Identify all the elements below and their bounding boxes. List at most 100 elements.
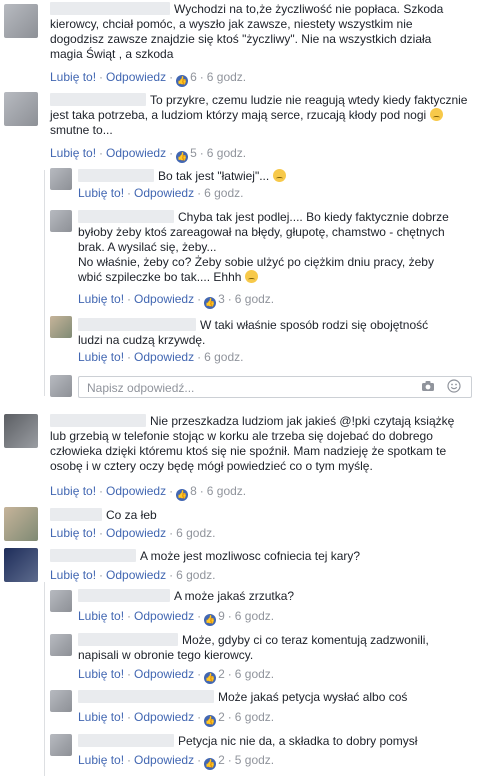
- comment-actions: Lubię to! · Odpowiedz · 👍 9 · 6 godz.: [78, 609, 275, 626]
- author-name[interactable]: [78, 690, 214, 703]
- author-name[interactable]: [78, 734, 174, 747]
- timestamp[interactable]: 6 godz.: [176, 526, 215, 540]
- author-name[interactable]: [50, 508, 102, 521]
- reply-input[interactable]: [85, 379, 389, 397]
- avatar[interactable]: [50, 590, 72, 612]
- reply-link[interactable]: Odpowiedz: [134, 609, 194, 623]
- reply-thread-line: [44, 170, 45, 396]
- comment-actions: Lubię to! · Odpowiedz · 👍 2 · 6 godz.: [78, 667, 275, 684]
- reply-body: Może, gdyby ci co teraz komentują zadzwo…: [78, 633, 429, 662]
- like-link[interactable]: Lubię to!: [50, 484, 96, 498]
- like-count[interactable]: 2: [218, 667, 225, 681]
- avatar[interactable]: [4, 4, 38, 38]
- reply-body: Bo tak jest "łatwiej"...: [78, 169, 478, 184]
- author-name[interactable]: [50, 414, 146, 427]
- timestamp[interactable]: 6 godz.: [207, 146, 246, 160]
- like-link[interactable]: Lubię to!: [78, 710, 124, 724]
- reply-body: Petycja nic nie da, a składka to dobry p…: [78, 734, 478, 749]
- reply-link[interactable]: Odpowiedz: [134, 292, 194, 306]
- author-name[interactable]: [78, 633, 178, 646]
- avatar[interactable]: [50, 690, 72, 712]
- thumbs-up-icon[interactable]: 👍: [204, 715, 217, 727]
- like-count[interactable]: 3: [218, 292, 225, 306]
- camera-icon[interactable]: [421, 380, 435, 392]
- avatar[interactable]: [50, 634, 72, 656]
- timestamp[interactable]: 6 godz.: [235, 292, 274, 306]
- reply-body: Może jakaś petycja wysłać albo coś: [78, 690, 478, 705]
- reply-link[interactable]: Odpowiedz: [134, 753, 194, 767]
- comment-actions: Lubię to! · Odpowiedz · 6 godz.: [50, 526, 216, 540]
- like-link[interactable]: Lubię to!: [78, 667, 124, 681]
- avatar[interactable]: [50, 210, 72, 232]
- like-count[interactable]: 5: [190, 146, 197, 160]
- reply-body: W taki właśnie sposób rodzi się obojętno…: [78, 318, 429, 347]
- reply-link[interactable]: Odpowiedz: [106, 526, 166, 540]
- like-count[interactable]: 2: [218, 753, 225, 767]
- like-count[interactable]: 8: [190, 484, 197, 498]
- avatar[interactable]: [4, 548, 38, 582]
- avatar[interactable]: [50, 316, 72, 338]
- reply-link[interactable]: Odpowiedz: [134, 710, 194, 724]
- like-count[interactable]: 9: [218, 609, 225, 623]
- comment-actions: Lubię to! · Odpowiedz · 👍 8 · 6 godz.: [50, 484, 247, 501]
- sad-emoji-icon: [429, 108, 443, 121]
- like-link[interactable]: Lubię to!: [78, 609, 124, 623]
- timestamp[interactable]: 6 godz.: [204, 186, 243, 200]
- timestamp[interactable]: 6 godz.: [176, 568, 215, 582]
- comment-actions: Lubię to! · Odpowiedz · 6 godz.: [78, 350, 244, 364]
- timestamp[interactable]: 6 godz.: [207, 70, 246, 84]
- smiley-icon[interactable]: [447, 379, 461, 393]
- sad-emoji-icon: [244, 270, 258, 283]
- thumbs-up-icon[interactable]: 👍: [176, 489, 189, 501]
- comment-actions: Lubię to! · Odpowiedz · 6 godz.: [50, 568, 216, 582]
- avatar[interactable]: [4, 507, 38, 541]
- like-link[interactable]: Lubię to!: [78, 753, 124, 767]
- author-name[interactable]: [50, 2, 170, 15]
- like-link[interactable]: Lubię to!: [50, 146, 96, 160]
- comment-actions: Lubię to! · Odpowiedz · 👍 6 · 6 godz.: [50, 70, 247, 87]
- reply-body: Chyba tak jest podlej.... Bo kiedy fakty…: [78, 210, 449, 284]
- like-link[interactable]: Lubię to!: [78, 186, 124, 200]
- author-name[interactable]: [78, 589, 170, 602]
- like-link[interactable]: Lubię to!: [78, 350, 124, 364]
- avatar[interactable]: [4, 414, 38, 448]
- reply-link[interactable]: Odpowiedz: [106, 568, 166, 582]
- like-link[interactable]: Lubię to!: [50, 70, 96, 84]
- thumbs-up-icon[interactable]: 👍: [176, 75, 189, 87]
- thumbs-up-icon[interactable]: 👍: [204, 672, 217, 684]
- thumbs-up-icon[interactable]: 👍: [176, 151, 189, 163]
- reply-link[interactable]: Odpowiedz: [134, 667, 194, 681]
- author-name[interactable]: [50, 93, 146, 106]
- timestamp[interactable]: 6 godz.: [235, 609, 274, 623]
- author-name[interactable]: [50, 549, 136, 562]
- sad-emoji-icon: [272, 169, 286, 182]
- avatar[interactable]: [50, 168, 72, 190]
- comment-body: A może jest mozliwosc cofniecia tej kary…: [50, 549, 480, 564]
- like-link[interactable]: Lubię to!: [50, 568, 96, 582]
- thumbs-up-icon[interactable]: 👍: [204, 297, 217, 309]
- timestamp[interactable]: 6 godz.: [207, 484, 246, 498]
- reply-link[interactable]: Odpowiedz: [134, 350, 194, 364]
- timestamp[interactable]: 5 godz.: [235, 753, 274, 767]
- reply-link[interactable]: Odpowiedz: [106, 146, 166, 160]
- timestamp[interactable]: 6 godz.: [235, 667, 274, 681]
- author-name[interactable]: [78, 169, 154, 182]
- reply-link[interactable]: Odpowiedz: [106, 484, 166, 498]
- thumbs-up-icon[interactable]: 👍: [204, 614, 217, 626]
- timestamp[interactable]: 6 godz.: [235, 710, 274, 724]
- like-count[interactable]: 6: [190, 70, 197, 84]
- like-link[interactable]: Lubię to!: [50, 526, 96, 540]
- avatar[interactable]: [4, 92, 38, 126]
- reply-link[interactable]: Odpowiedz: [134, 186, 194, 200]
- comment-actions: Lubię to! · Odpowiedz · 👍 2 · 5 godz.: [78, 753, 275, 770]
- avatar[interactable]: [50, 734, 72, 756]
- like-link[interactable]: Lubię to!: [78, 292, 124, 306]
- author-name[interactable]: [78, 210, 174, 223]
- reply-link[interactable]: Odpowiedz: [106, 70, 166, 84]
- reply-thread-line: [44, 582, 45, 776]
- thumbs-up-icon[interactable]: 👍: [204, 758, 217, 770]
- like-count[interactable]: 2: [218, 710, 225, 724]
- timestamp[interactable]: 6 godz.: [204, 350, 243, 364]
- reply-input-box[interactable]: [78, 376, 472, 398]
- author-name[interactable]: [78, 318, 196, 331]
